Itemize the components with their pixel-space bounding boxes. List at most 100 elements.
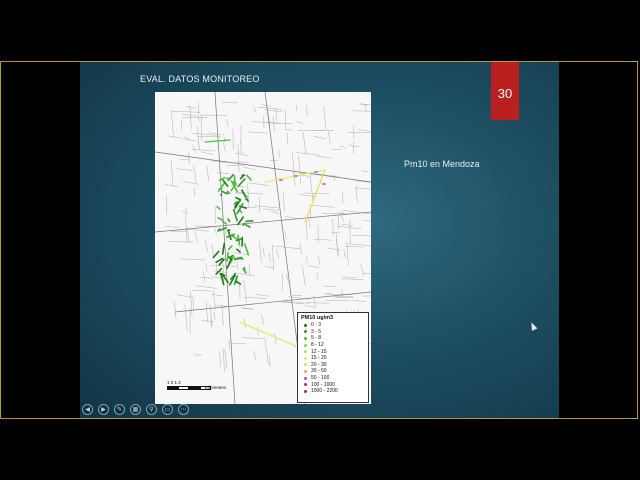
scale-bar: 1 0 1 2 Kilometers: [167, 380, 226, 390]
street-line: [342, 209, 360, 213]
street-line: [306, 255, 308, 263]
monitoring-track: [234, 280, 242, 285]
street-line: [235, 191, 263, 195]
street-line: [313, 295, 316, 306]
street-line: [223, 134, 225, 143]
monitoring-track: [227, 229, 232, 241]
pen-tool-button[interactable]: ✎: [114, 404, 125, 415]
street-line: [197, 126, 200, 146]
legend-label: 8 - 12: [311, 342, 324, 349]
street-line: [328, 130, 331, 144]
street-line: [206, 165, 210, 182]
street-line: [302, 265, 306, 287]
legend-item: 3 - 5: [301, 329, 365, 336]
street-line: [176, 168, 194, 171]
street-line: [295, 103, 297, 111]
monitoring-track: [227, 218, 231, 223]
street-line: [302, 132, 307, 155]
street-line: [360, 263, 364, 276]
street-line: [298, 194, 317, 197]
prev-slide-button[interactable]: ◀: [82, 404, 93, 415]
street-line: [345, 245, 363, 248]
street-line: [357, 129, 371, 132]
street-line: [210, 265, 237, 267]
street-line: [211, 244, 215, 258]
street-line: [185, 105, 196, 109]
street-line: [354, 187, 371, 190]
legend-swatch: [304, 330, 307, 334]
street-line: [363, 220, 371, 222]
monitoring-track: [212, 250, 220, 259]
street-line: [184, 304, 188, 331]
legend-label: 3 - 5: [311, 328, 322, 335]
street-line: [270, 211, 280, 214]
street-line: [219, 351, 222, 368]
street-line: [341, 224, 354, 226]
subtitles-button[interactable]: ▭: [162, 404, 173, 415]
slide: EVAL. DATOS MONITOREO 30 Pm10 en Mendoza…: [80, 62, 559, 418]
street-line: [335, 239, 340, 257]
legend-swatch: [304, 383, 307, 387]
street-line: [317, 156, 331, 159]
legend-item: 0 - 3: [301, 322, 365, 329]
street-line: [254, 205, 279, 209]
street-line: [361, 170, 370, 172]
street-line: [200, 151, 213, 155]
slides-grid-button[interactable]: ▦: [130, 404, 141, 415]
street-line: [174, 291, 371, 313]
street-line: [351, 110, 371, 112]
street-line: [242, 166, 256, 170]
legend-item: 20 - 30: [301, 362, 365, 369]
street-line: [223, 142, 226, 152]
street-line: [363, 212, 371, 214]
street-line: [223, 349, 225, 372]
street-line: [172, 111, 201, 113]
slideshow-controls: ◀ ▶ ✎ ▦ ⚲ ▭ ⋯: [82, 404, 189, 415]
legend-swatch: [304, 350, 307, 354]
legend-swatch: [304, 356, 307, 360]
street-line: [264, 337, 268, 359]
street-line: [214, 92, 236, 404]
street-line: [327, 247, 341, 251]
street-line: [282, 191, 285, 212]
zoom-button[interactable]: ⚲: [146, 404, 157, 415]
street-line: [341, 278, 364, 280]
street-line: [259, 241, 262, 263]
street-line: [256, 327, 259, 336]
legend-label: 0 - 3: [311, 322, 322, 329]
next-slide-button[interactable]: ▶: [98, 404, 109, 415]
more-options-button[interactable]: ⋯: [178, 404, 189, 415]
street-line: [339, 145, 347, 149]
legend-label: 1000 - 2200: [311, 388, 338, 395]
street-line: [262, 247, 265, 257]
street-line: [191, 290, 211, 292]
street-line: [363, 273, 371, 274]
street-line: [214, 270, 226, 273]
street-line: [306, 105, 308, 117]
street-line: [339, 212, 347, 214]
monitoring-track: [237, 178, 246, 188]
street-line: [284, 129, 293, 131]
street-line: [224, 229, 228, 242]
street-line: [272, 244, 274, 271]
street-line: [202, 270, 206, 283]
street-line: [205, 263, 208, 272]
street-line: [167, 135, 182, 139]
legend-swatch: [304, 343, 307, 347]
scale-unit: Kilometers: [205, 385, 227, 390]
street-line: [284, 109, 287, 129]
legend-item: 100 - 1000: [301, 381, 365, 388]
street-line: [355, 186, 358, 203]
street-line: [258, 196, 261, 213]
street-line: [276, 249, 279, 259]
monitoring-track: [245, 220, 254, 223]
monitoring-track: [221, 242, 226, 255]
monitoring-track: [237, 216, 245, 226]
street-line: [309, 173, 314, 201]
monitoring-track: [221, 190, 228, 195]
street-line: [341, 289, 344, 297]
street-line: [237, 143, 240, 172]
street-line: [247, 183, 250, 208]
street-line: [174, 301, 177, 319]
street-line: [272, 115, 275, 132]
